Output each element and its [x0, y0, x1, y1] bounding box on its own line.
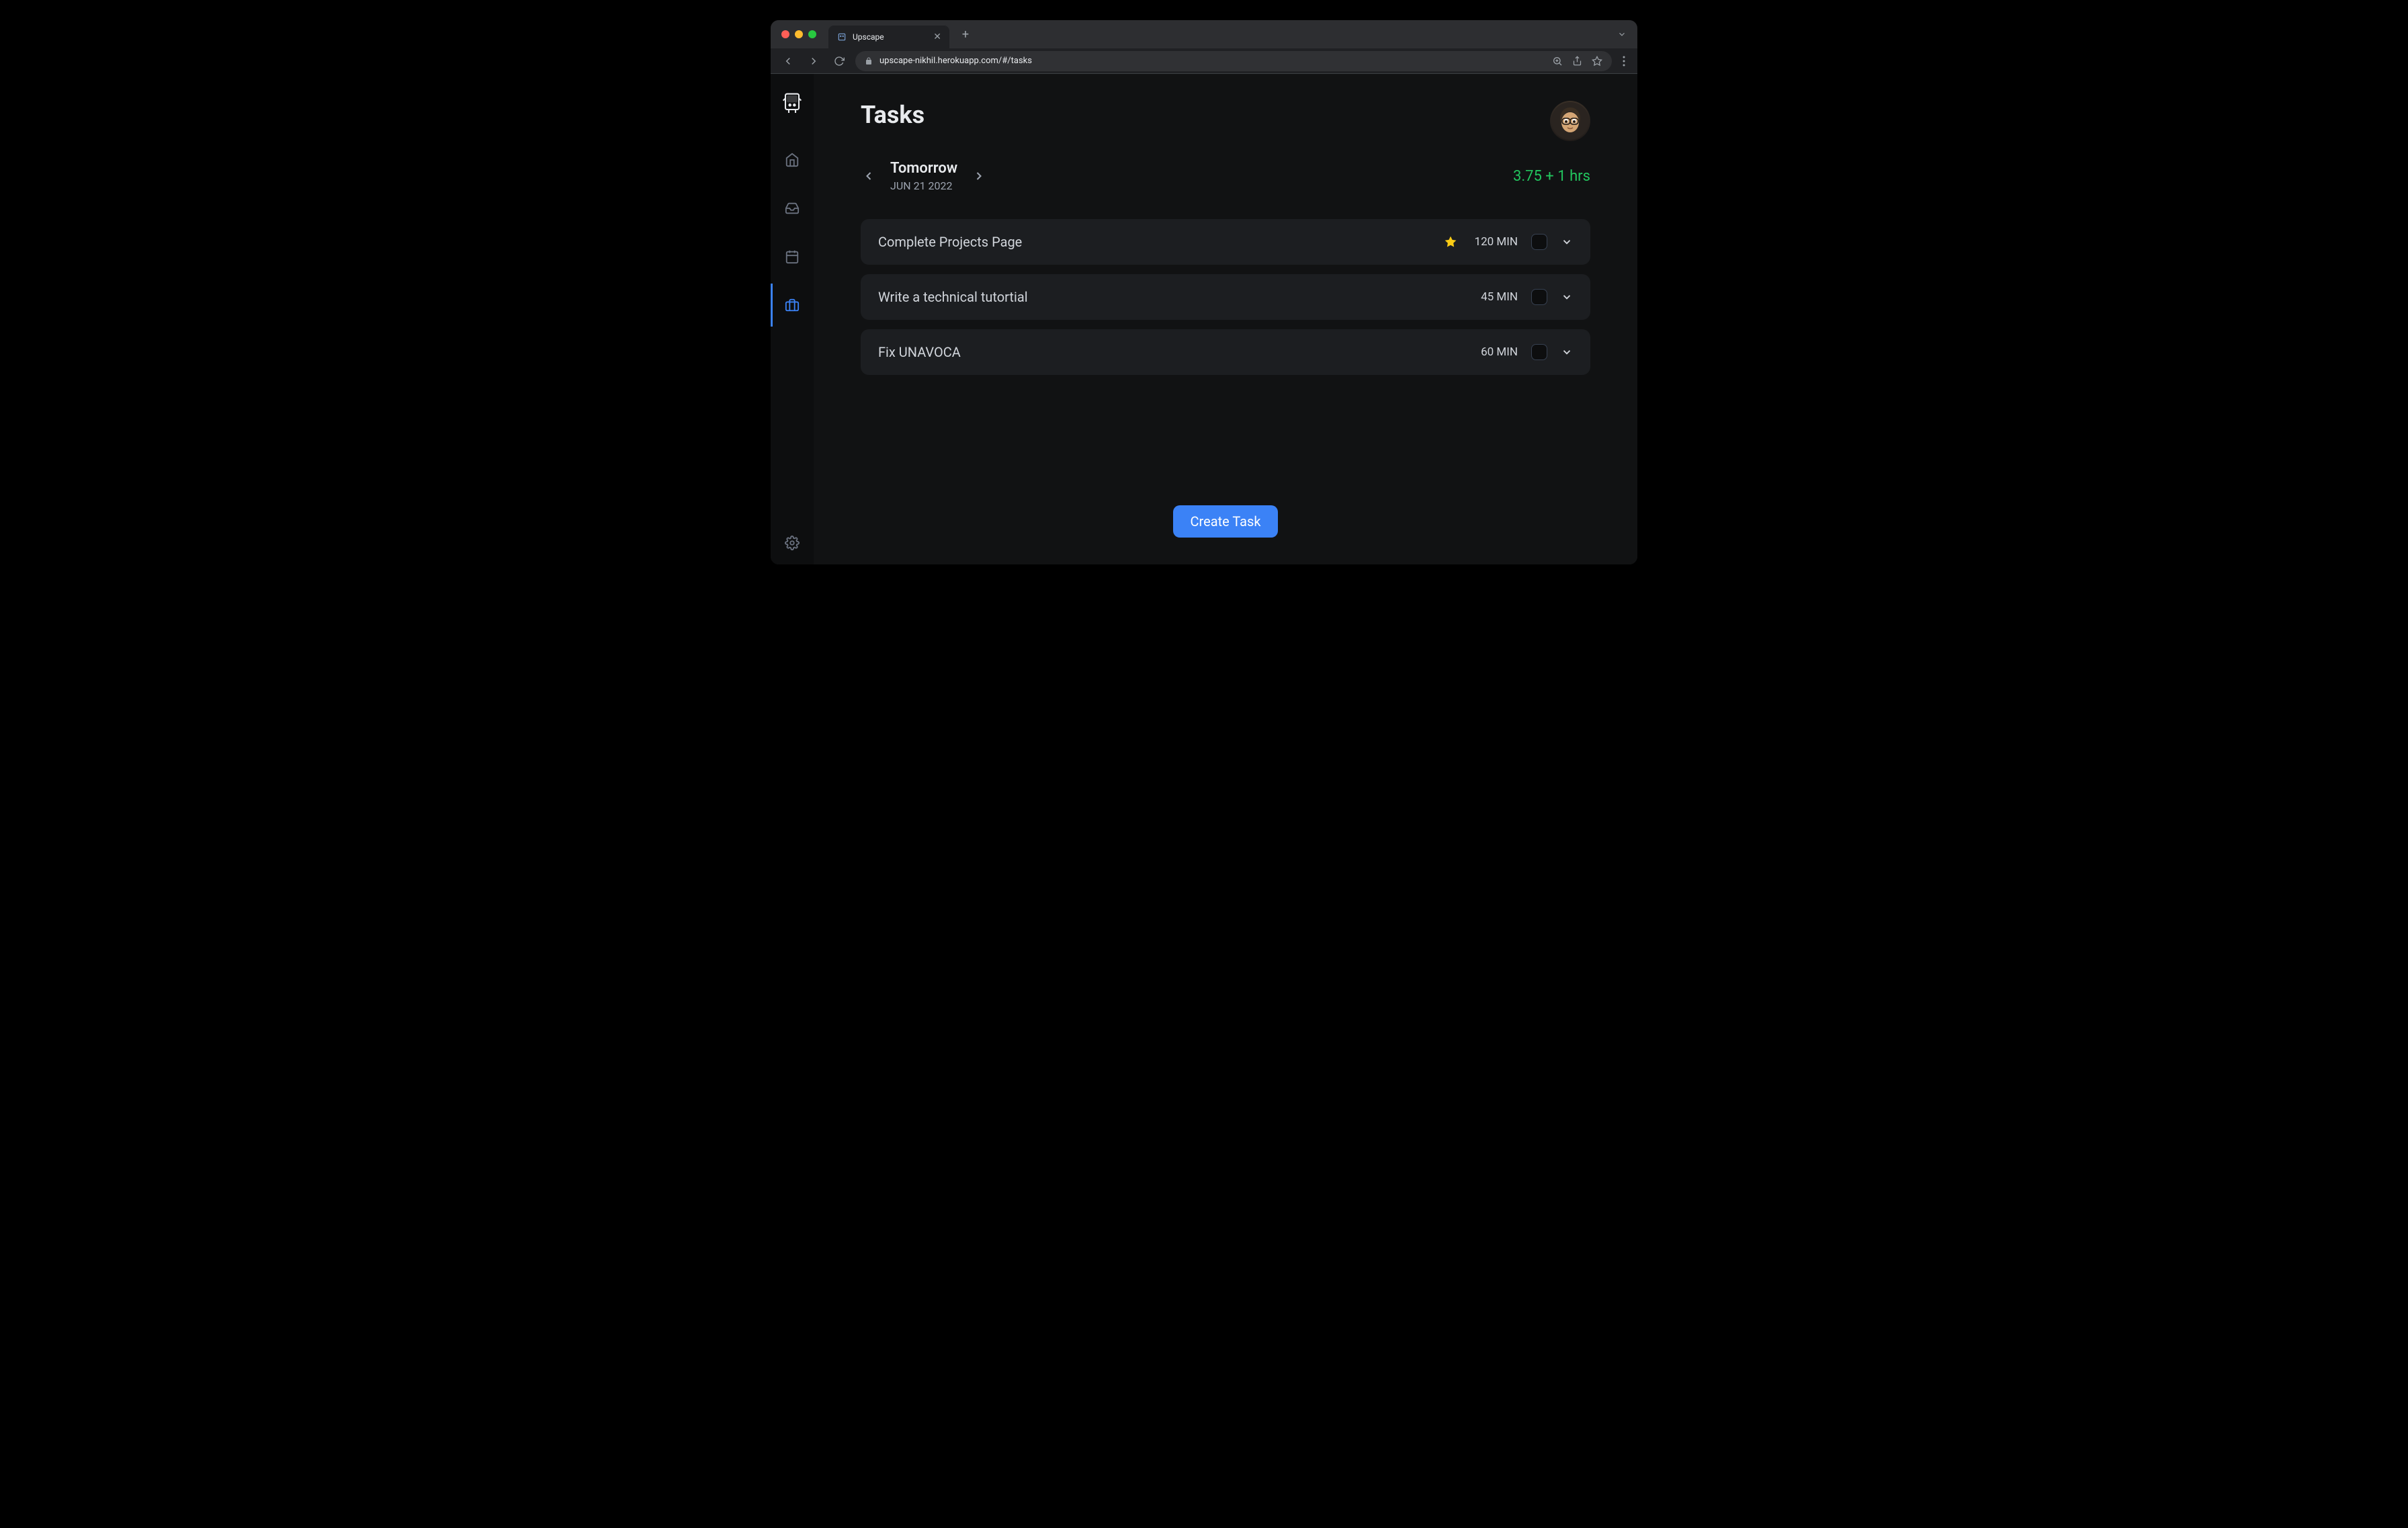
avatar[interactable] — [1550, 101, 1590, 141]
task-title: Complete Projects Page — [878, 234, 1430, 250]
task-checkbox[interactable] — [1531, 289, 1547, 305]
sidebar — [771, 74, 814, 564]
window-close-button[interactable] — [781, 30, 789, 38]
browser-titlebar: Upscape ✕ + — [771, 20, 1637, 48]
task-duration: 60 MIN — [1471, 345, 1518, 359]
date-labels: Tomorrow JUN 21 2022 — [890, 160, 957, 192]
task-expand-button[interactable] — [1561, 236, 1573, 248]
titlebar-right — [1617, 30, 1627, 39]
task-expand-button[interactable] — [1561, 346, 1573, 358]
tab-favicon-icon — [836, 32, 847, 42]
share-icon[interactable] — [1572, 56, 1582, 66]
addressbar-actions — [1552, 56, 1602, 67]
date-next-button[interactable] — [971, 168, 987, 184]
tabs-dropdown-icon[interactable] — [1617, 30, 1627, 39]
bookmark-star-icon[interactable] — [1592, 56, 1602, 67]
tab-close-button[interactable]: ✕ — [933, 32, 941, 42]
main-panel: Tasks — [814, 74, 1637, 564]
new-tab-button[interactable]: + — [956, 25, 975, 44]
window-minimize-button[interactable] — [795, 30, 803, 38]
task-duration: 45 MIN — [1471, 290, 1518, 304]
nav-reload-button[interactable] — [830, 52, 849, 71]
task-row: Fix UNAVOCA 60 MIN — [861, 329, 1590, 375]
star-icon[interactable] — [1444, 235, 1457, 249]
task-list: Complete Projects Page 120 MIN Write a t… — [861, 219, 1590, 375]
task-duration: 120 MIN — [1471, 235, 1518, 249]
traffic-lights — [781, 30, 816, 38]
task-checkbox[interactable] — [1531, 344, 1547, 360]
create-task-row: Create Task — [861, 505, 1590, 544]
task-title: Write a technical tutortial — [878, 289, 1457, 305]
nav-forward-button[interactable] — [804, 52, 823, 71]
nav-back-button[interactable] — [779, 52, 798, 71]
sidebar-item-home[interactable] — [771, 138, 814, 181]
task-row: Complete Projects Page 120 MIN — [861, 219, 1590, 265]
browser-tab[interactable]: Upscape ✕ — [828, 26, 949, 48]
date-prev-button[interactable] — [861, 168, 877, 184]
window-maximize-button[interactable] — [808, 30, 816, 38]
header-row: Tasks — [861, 101, 1590, 141]
create-task-button[interactable]: Create Task — [1173, 505, 1279, 538]
tab-title: Upscape — [853, 32, 928, 42]
date-value: JUN 21 2022 — [890, 179, 957, 192]
lock-icon — [865, 57, 873, 65]
task-title: Fix UNAVOCA — [878, 344, 1457, 360]
task-checkbox[interactable] — [1531, 234, 1547, 250]
sidebar-item-calendar[interactable] — [771, 235, 814, 278]
hours-summary: 3.75 + 1 hrs — [1513, 168, 1590, 185]
date-nav: Tomorrow JUN 21 2022 — [861, 160, 987, 192]
app-logo-icon — [778, 89, 806, 117]
app-content: Tasks — [771, 74, 1637, 564]
sidebar-item-inbox[interactable] — [771, 187, 814, 230]
zoom-icon[interactable] — [1552, 56, 1563, 67]
page-title: Tasks — [861, 101, 924, 129]
browser-window: Upscape ✕ + upscape-nikhil.herokuapp.com… — [771, 20, 1637, 564]
task-expand-button[interactable] — [1561, 291, 1573, 303]
browser-toolbar: upscape-nikhil.herokuapp.com/#/tasks — [771, 48, 1637, 74]
url-text: upscape-nikhil.herokuapp.com/#/tasks — [879, 56, 1545, 66]
sidebar-item-tasks[interactable] — [771, 284, 814, 327]
address-bar[interactable]: upscape-nikhil.herokuapp.com/#/tasks — [855, 51, 1612, 71]
date-row: Tomorrow JUN 21 2022 3.75 + 1 hrs — [861, 160, 1590, 192]
date-label: Tomorrow — [890, 160, 957, 177]
task-row: Write a technical tutortial 45 MIN — [861, 274, 1590, 320]
browser-menu-button[interactable] — [1619, 56, 1629, 67]
sidebar-item-settings[interactable] — [771, 521, 814, 564]
